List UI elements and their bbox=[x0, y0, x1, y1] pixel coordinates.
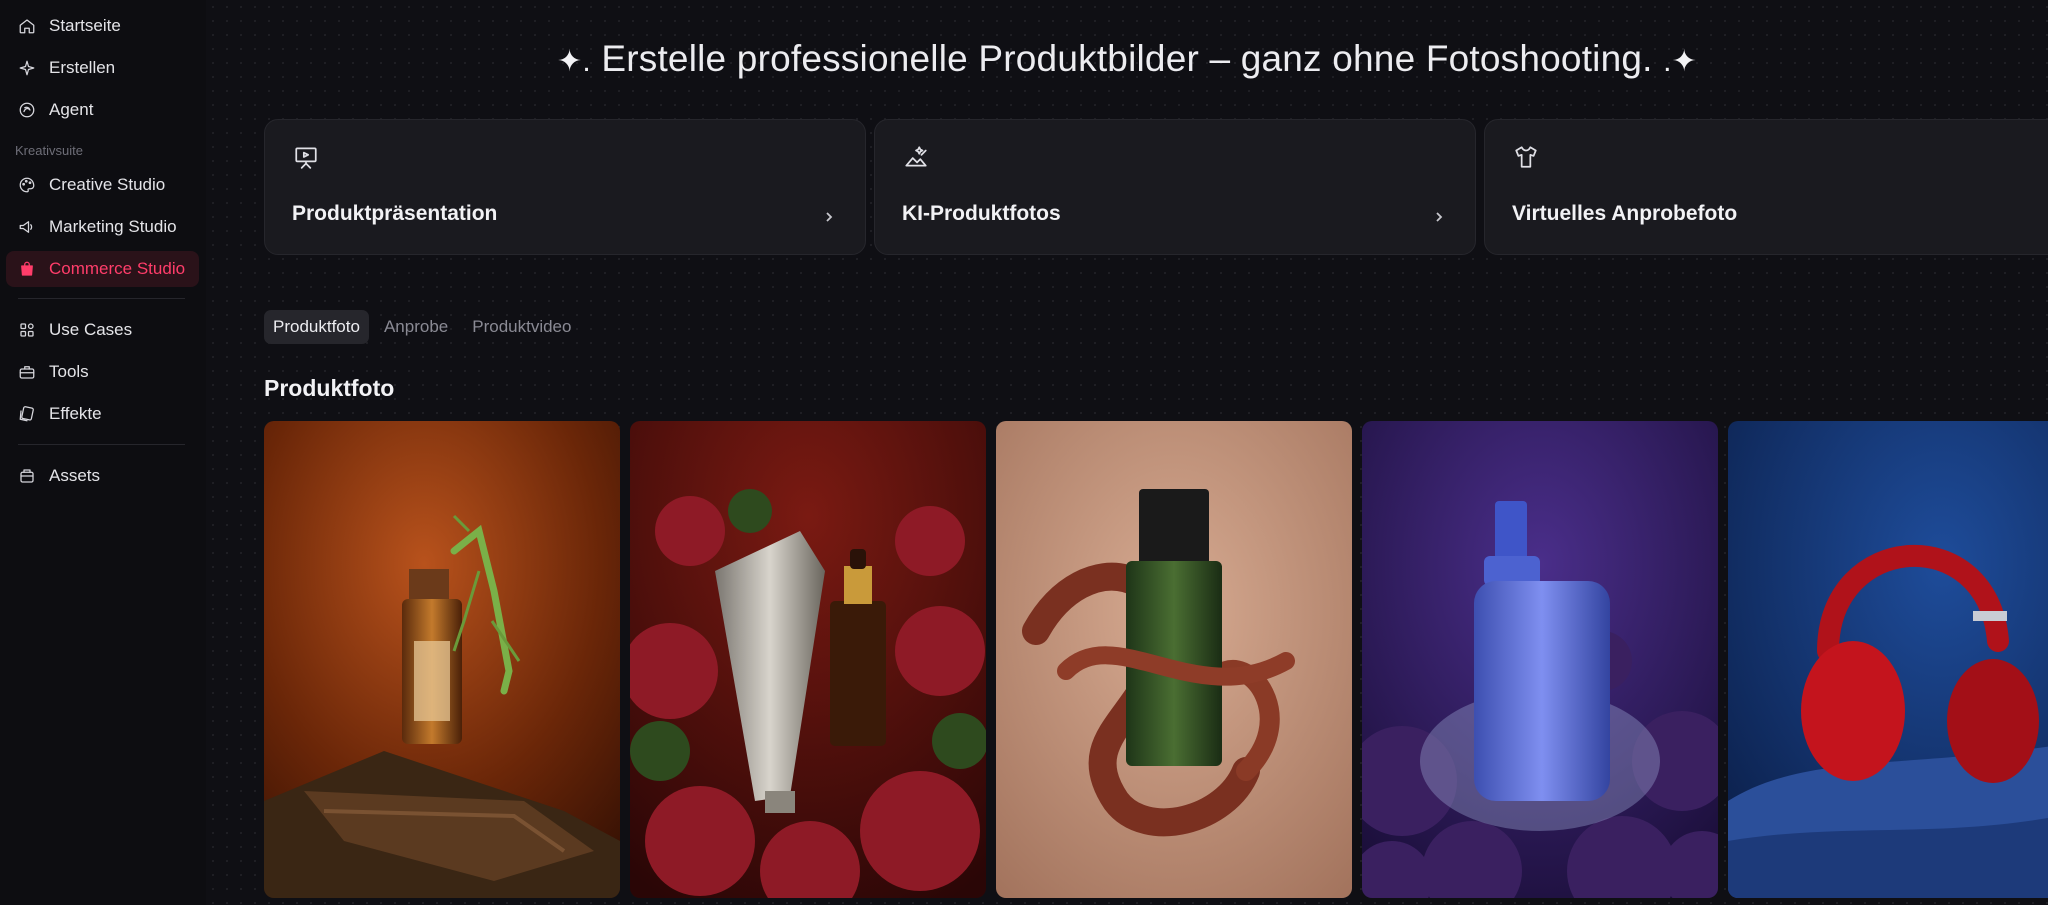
shirt-icon bbox=[1513, 144, 1539, 170]
sidebar-item-use-cases[interactable]: Use Cases bbox=[6, 312, 199, 348]
sidebar-item-marketing-studio[interactable]: Marketing Studio bbox=[6, 209, 199, 245]
presentation-icon bbox=[293, 144, 319, 170]
sidebar-item-label: Marketing Studio bbox=[49, 217, 177, 236]
shopping-bag-icon bbox=[18, 260, 36, 278]
sidebar-item-assets[interactable]: Assets bbox=[6, 458, 199, 494]
section-label-kreativsuite: Kreativsuite bbox=[15, 143, 83, 158]
sparkle-icon: ✦. bbox=[556, 45, 591, 78]
sidebar-item-commerce-studio[interactable]: Commerce Studio bbox=[6, 251, 199, 287]
sidebar-item-startseite[interactable]: Startseite bbox=[6, 8, 199, 44]
gallery-tile-forest-breeze[interactable] bbox=[996, 421, 1352, 898]
sidebar-item-label: Assets bbox=[49, 466, 101, 485]
sidebar-item-label: Erstellen bbox=[49, 58, 116, 77]
sidebar-item-label: Tools bbox=[49, 362, 89, 381]
sidebar-item-label: Commerce Studio bbox=[49, 259, 186, 278]
home-icon bbox=[18, 17, 36, 35]
card-title: KI-Produktfotos bbox=[902, 202, 1061, 225]
headline-text: Erstelle professionelle Produktbilder – … bbox=[601, 38, 1653, 79]
sidebar-item-label: Agent bbox=[49, 100, 94, 119]
page-headline: ✦. Erstelle professionelle Produktbilder… bbox=[206, 38, 2048, 80]
sidebar-item-agent[interactable]: Agent bbox=[6, 92, 199, 128]
card-ki-produktfotos[interactable]: KI-Produktfotos bbox=[874, 119, 1476, 255]
gallery-tile-perfume-mantis[interactable] bbox=[264, 421, 620, 898]
card-title: Virtuelles Anprobefoto bbox=[1512, 202, 1738, 225]
grid-icon bbox=[18, 321, 36, 339]
sparkle-icon: .✦ bbox=[1663, 45, 1697, 78]
sidebar-item-label: Creative Studio bbox=[49, 175, 166, 194]
chevron-right-icon bbox=[1433, 210, 1445, 224]
magic-image-icon bbox=[903, 144, 929, 170]
gallery-tile-skincare-flowers[interactable] bbox=[630, 421, 986, 898]
chevron-right-icon bbox=[823, 210, 835, 224]
card-produktpraesentation[interactable]: Produktpräsentation bbox=[264, 119, 866, 255]
tab-produktfoto[interactable]: Produktfoto bbox=[264, 310, 369, 344]
sidebar-item-effekte[interactable]: Effekte bbox=[6, 396, 199, 432]
sidebar-divider bbox=[18, 444, 185, 445]
toolbox-icon bbox=[18, 363, 36, 381]
megaphone-icon bbox=[18, 218, 36, 236]
section-title: Produktfoto bbox=[264, 375, 395, 401]
sparkle-icon bbox=[18, 59, 36, 77]
card-virtuelles-anprobefoto[interactable]: Virtuelles Anprobefoto bbox=[1484, 119, 2048, 255]
tab-produktvideo[interactable]: Produktvideo bbox=[463, 310, 580, 344]
sidebar-item-tools[interactable]: Tools bbox=[6, 354, 199, 390]
tab-anprobe[interactable]: Anprobe bbox=[375, 310, 457, 344]
gallery-tile-headphones[interactable] bbox=[1728, 421, 2048, 898]
assets-icon bbox=[18, 467, 36, 485]
gallery-tile-blue-toner[interactable] bbox=[1362, 421, 1718, 898]
sidebar: Startseite Erstellen Agent Kreativsuite … bbox=[0, 0, 206, 905]
sidebar-item-label: Use Cases bbox=[49, 320, 133, 339]
agent-icon bbox=[18, 101, 36, 119]
sidebar-item-label: Effekte bbox=[49, 404, 102, 423]
category-tabs: Produktfoto Anprobe Produktvideo bbox=[264, 310, 580, 344]
card-title: Produktpräsentation bbox=[292, 202, 498, 225]
sidebar-divider bbox=[18, 298, 185, 299]
effects-icon bbox=[18, 405, 36, 423]
main-content: ✦. Erstelle professionelle Produktbilder… bbox=[206, 0, 2048, 905]
sidebar-item-label: Startseite bbox=[49, 16, 121, 35]
sidebar-item-erstellen[interactable]: Erstellen bbox=[6, 50, 199, 86]
palette-icon bbox=[18, 176, 36, 194]
sidebar-item-creative-studio[interactable]: Creative Studio bbox=[6, 167, 199, 203]
